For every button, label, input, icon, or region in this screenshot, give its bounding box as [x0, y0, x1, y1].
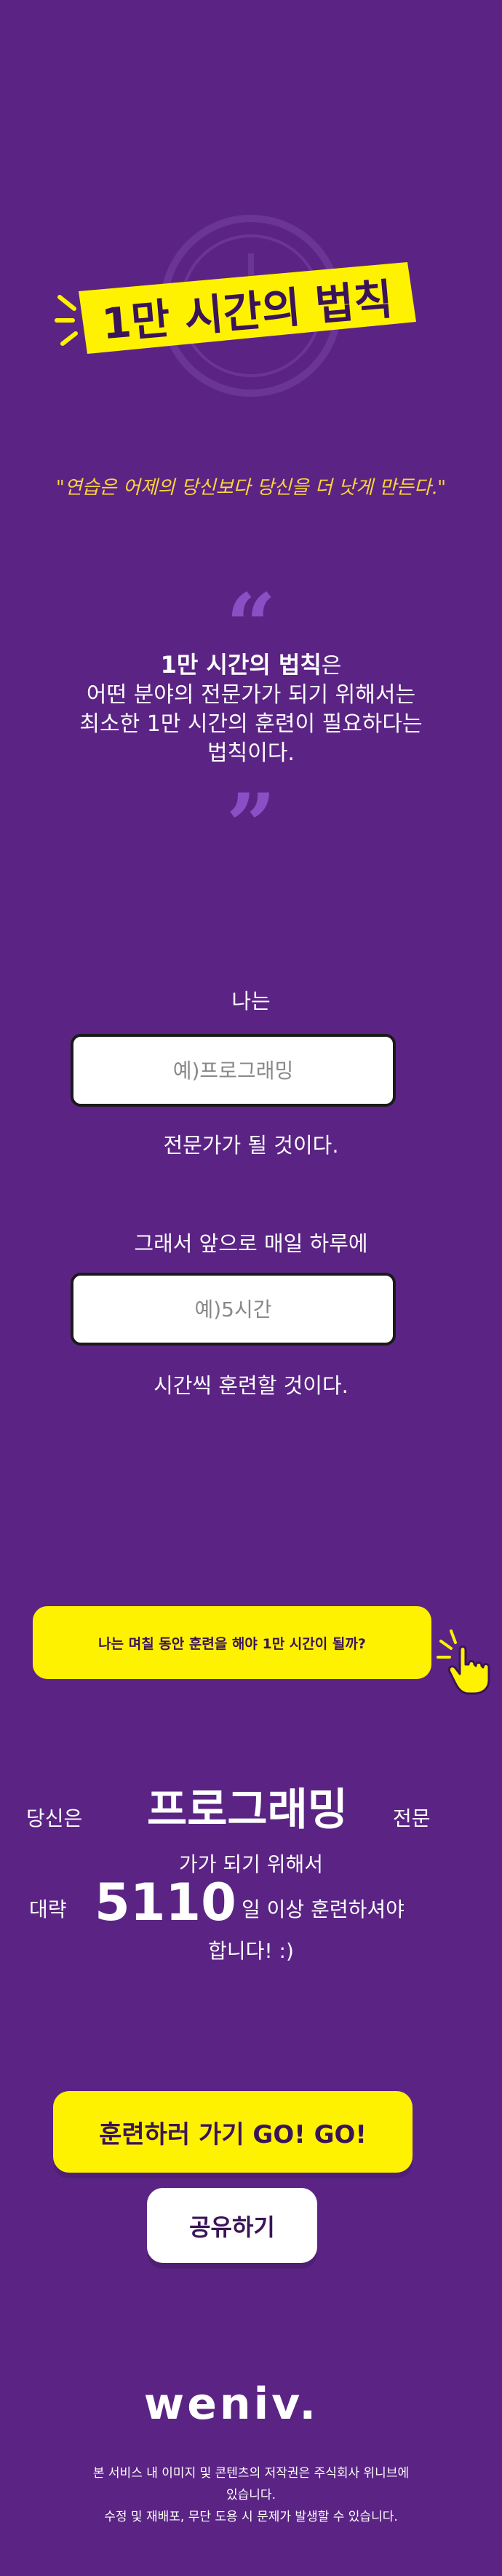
hours-input[interactable] — [71, 1273, 396, 1346]
copyright-footer: 본 서비스 내 이미지 및 콘텐츠의 저작권은 주식회사 위니브에 있습니다. … — [29, 2462, 473, 2528]
label-i-am: 나는 — [231, 989, 271, 1014]
ten-thousand-hours-logo: 1만 시간의 법칙 — [55, 215, 416, 397]
definition-line: 최소한 1만 시간의 훈련이 필요하다는 — [79, 711, 423, 737]
share-button[interactable]: 공유하기 — [147, 2188, 317, 2263]
motivational-quote: "연습은 어제의 당신보다 당신을 더 낫게 만든다." — [55, 477, 447, 499]
result-days: 5110 — [95, 1873, 236, 1932]
result-about: 대략 — [29, 1897, 67, 1921]
result-line: 가가 되기 위해서 — [178, 1852, 324, 1876]
label-become-expert: 전문가가 될 것이다. — [163, 1133, 339, 1158]
go-training-button[interactable]: 훈련하러 가기 GO! GO! — [53, 2091, 413, 2173]
label-train-hours: 시간씩 훈련할 것이다. — [154, 1373, 348, 1398]
label-every-day: 그래서 앞으로 매일 하루에 — [134, 1231, 368, 1256]
result-expert: 전문 — [393, 1806, 431, 1830]
field-input[interactable] — [71, 1034, 396, 1107]
definition-suffix: 은 — [321, 653, 342, 679]
calculate-button[interactable]: 나는 며칠 동안 훈련을 해야 1만 시간이 될까? — [33, 1606, 431, 1679]
footer-line: 수정 및 재배포, 무단 도용 시 문제가 발생할 수 있습니다. — [104, 2510, 398, 2524]
weniv-logo: weniv. — [144, 2379, 319, 2430]
result-you: 당신은 — [26, 1806, 83, 1830]
pointing-hand-icon — [437, 1629, 490, 1695]
close-quote-icon: ” — [226, 775, 276, 877]
definition-line: 어떤 분야의 전문가가 되기 위해서는 — [86, 682, 416, 708]
rule-definition: 1만 시간의 법칙은 어떤 분야의 전문가가 되기 위해서는 최소한 1만 시간… — [0, 650, 502, 768]
result-line: 합니다! :) — [208, 1939, 294, 1963]
brand-text: weniv. — [144, 2379, 319, 2430]
definition-line: 법칙이다. — [207, 740, 295, 766]
footer-line: 있습니다. — [226, 2488, 276, 2502]
footer-line: 본 서비스 내 이미지 및 콘텐츠의 저작권은 주식회사 위니브에 — [92, 2466, 410, 2481]
spark-lines-icon — [55, 295, 78, 346]
result-field: 프로그래밍 — [147, 1785, 348, 1836]
definition-title: 1만 시간의 법칙 — [160, 651, 322, 679]
result-more: 일 이상 훈련하셔야 — [242, 1897, 405, 1921]
